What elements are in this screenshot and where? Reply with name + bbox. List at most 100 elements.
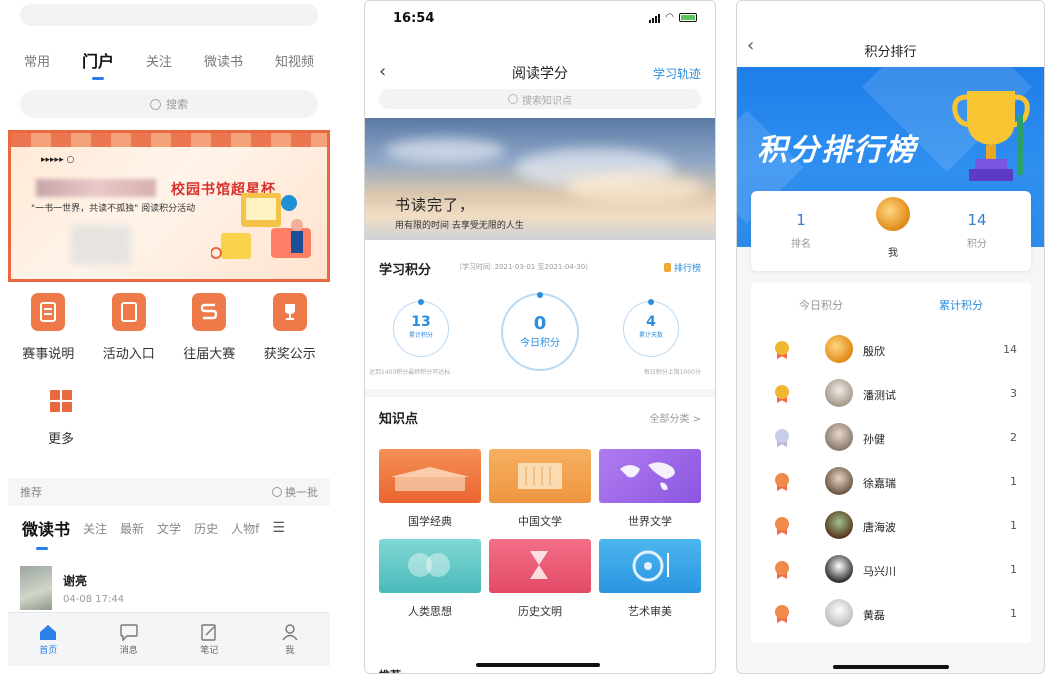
grid-item-more[interactable]: 更多 [41,390,81,447]
palace-image [379,449,481,503]
grid-item-past-contests[interactable]: 往届大赛 [174,293,244,362]
ring-value: 4 [646,314,656,330]
ranking-row[interactable]: 马兴川 1 [751,549,1031,589]
rank-label: 排名 [791,239,811,250]
tab-people[interactable]: 人物f [231,520,259,537]
ranking-screen: ‹ 积分排行 积分排行榜 1 排名 我 14 积分 今日积分 累计积分 殷欣 1… [736,0,1045,674]
feed-item[interactable]: 谢亮 04-08 17:44 [20,566,320,614]
battery-icon [679,13,697,22]
ranking-row[interactable]: 孙健 2 [751,417,1031,457]
nav-header: ‹ 积分排行 [737,1,1044,67]
tab-video[interactable]: 知视频 [271,51,318,70]
tab-total-points[interactable]: 累计积分 [939,297,983,313]
user-name: 马兴川 [863,565,896,578]
user-score: 1 [1010,519,1017,532]
nav-label: 我 [285,646,295,656]
tab-follow[interactable]: 关注 [142,51,176,70]
feed-thumbnail [20,566,52,610]
medal-icon [775,429,789,447]
card-art[interactable]: 艺术审美 [599,539,701,619]
banner-stripe [11,133,327,147]
tab-common[interactable]: 常用 [20,51,54,70]
refresh-button[interactable]: 换一批 [272,484,318,500]
medal-icon [775,561,789,579]
tab-portal[interactable]: 门户 [78,48,118,80]
card-label: 世界文学 [628,515,672,528]
tab-newest[interactable]: 最新 [120,520,144,537]
thought-image [379,539,481,593]
points-label: 积分 [967,239,987,250]
ranking-list: 今日积分 累计积分 殷欣 14 潘测试 3 孙健 2 徐嘉瑞 1 唐海波 1 马兴川 1 黄磊 1 [751,283,1031,643]
signal-icon [649,13,661,23]
tab-micro-book[interactable]: 微读书 [22,516,70,550]
reading-credit-screen: 16:54 ◠ ‹ 阅读学分 学习轨迹 搜索知识点 书读完了， 用有限的时间 去… [364,0,716,674]
card-classics[interactable]: 国学经典 [379,449,481,529]
document-icon [31,293,66,331]
card-human-thought[interactable]: 人类思想 [379,539,481,619]
knowledge-search-input[interactable]: 搜索知识点 [379,89,701,109]
tab-micro-read[interactable]: 微读书 [200,51,247,70]
nav-home[interactable]: 首页 [28,623,68,656]
ranking-row[interactable]: 黄磊 1 [751,593,1031,633]
banner-redacted-block [71,225,131,265]
card-chinese-literature[interactable]: 中国文学 [489,449,591,529]
ranking-row[interactable]: 唐海波 1 [751,505,1031,545]
points-value: 14 [967,211,987,229]
top-search-strip[interactable] [20,4,318,26]
card-world-literature[interactable]: 世界文学 [599,449,701,529]
wifi-icon: ◠ [665,12,674,23]
user-score: 3 [1010,387,1017,400]
search-placeholder: 搜索知识点 [522,95,572,107]
tab-history[interactable]: 历史 [194,520,218,537]
tab-literature[interactable]: 文学 [157,520,181,537]
banner-arrows: ▸▸▸▸▸ ○ [41,155,75,165]
nav-label: 消息 [119,646,138,656]
status-icons: ◠ [649,12,697,23]
rank-stat: 1 排名 [771,211,831,250]
tab-today-points[interactable]: 今日积分 [799,297,843,313]
learning-track-link[interactable]: 学习轨迹 [653,65,701,82]
nav-header: ‹ 阅读学分 学习轨迹 [365,59,715,85]
ranking-row[interactable]: 徐嘉瑞 1 [751,461,1031,501]
s-icon [192,293,227,331]
medal-icon [775,473,789,491]
score-period: （学习时间: 2021-03-01 至2021-04-30） [455,263,593,271]
leaderboard-link[interactable]: 排行榜 [664,261,701,274]
search-input[interactable]: 搜索 [20,90,318,118]
banner-illustration [211,193,311,259]
ring-label: 今日积分 [520,338,560,349]
knowledge-grid: 国学经典 中国文学 世界文学 人类思想 历史文明 艺术审美 [379,449,701,619]
nav-notes[interactable]: 笔记 [189,623,229,656]
ranking-row[interactable]: 潘测试 3 [751,373,1031,413]
ranking-row[interactable]: 殷欣 14 [751,329,1031,369]
rank-value: 1 [796,211,806,229]
score-title: 学习积分 [379,263,432,278]
ranking-tabs: 今日积分 累计积分 [751,297,1031,313]
tab-follow-cat[interactable]: 关注 [83,520,107,537]
nav-message[interactable]: 消息 [109,623,149,656]
grid-item-entrance[interactable]: 活动入口 [94,293,164,362]
total-days-ring: 4 累计天数 [623,299,679,357]
note-icon [201,624,216,641]
nav-me[interactable]: 我 [270,623,310,656]
grid-item-awards[interactable]: 获奖公示 [255,293,325,362]
grid-item-label: 更多 [47,432,74,447]
page-title: 积分排行 [864,45,917,60]
entrance-icon [111,293,146,331]
card-history[interactable]: 历史文明 [489,539,591,619]
grid-item-rules[interactable]: 赛事说明 [13,293,83,362]
user-icon [282,624,298,641]
nav-label: 首页 [39,646,58,656]
ring-marker [648,299,654,305]
ring-label: 累计积分 [408,332,433,339]
hero-banner: 书读完了， 用有限的时间 去享受无限的人生 [365,118,715,240]
category-tabs: 微读书 关注 最新 文学 历史 人物f ☰ [22,514,330,550]
grid-item-label: 往届大赛 [183,347,236,362]
medal-icon [775,517,789,535]
activity-banner[interactable]: ▸▸▸▸▸ ○ 校园书馆超星杯 "一书一世界，共读不孤独" 阅读积分活动 [8,130,330,282]
score-section: 学习积分 （学习时间: 2021-03-01 至2021-04-30） 排行榜 … [365,249,715,385]
cloud-shape [385,138,505,163]
all-categories-link[interactable]: 全部分类 > [649,410,701,425]
menu-icon[interactable]: ☰ [272,520,285,536]
avatar [825,511,853,539]
